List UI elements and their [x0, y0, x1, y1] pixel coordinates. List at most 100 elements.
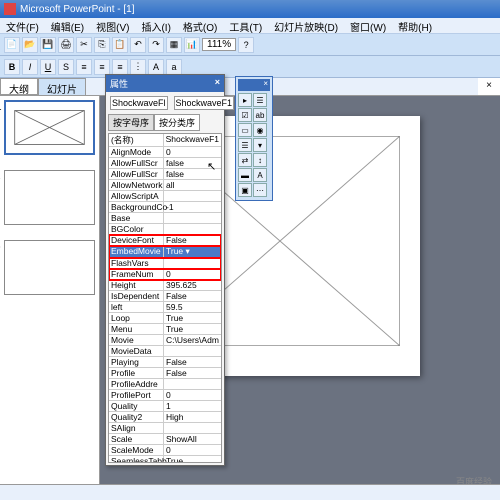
property-row[interactable]: AllowFullScrfalse [109, 158, 221, 169]
property-row[interactable]: EmbedMovieTrue ▾ [109, 246, 221, 258]
property-row[interactable]: ProfilePort0 [109, 390, 221, 401]
status-bar [0, 484, 500, 500]
copy-icon[interactable]: ⎘ [94, 37, 110, 53]
spin-icon[interactable]: ↕ [253, 153, 267, 167]
table-icon[interactable]: ▦ [166, 37, 182, 53]
menu-bar: 文件(F) 编辑(E) 视图(V) 插入(I) 格式(O) 工具(T) 幻灯片放… [0, 18, 500, 34]
property-row[interactable]: AllowNetworkall [109, 180, 221, 191]
menu-window[interactable]: 窗口(W) [344, 18, 392, 33]
thumbnail-1[interactable]: 1 [4, 100, 95, 155]
toolbox-header[interactable]: × [238, 79, 270, 91]
property-row[interactable]: DeviceFontFalse [109, 235, 221, 246]
property-row[interactable]: MovieC:\Users\Adm [109, 335, 221, 346]
italic-icon[interactable]: I [22, 59, 38, 75]
cursor-icon: ↖ [207, 160, 216, 173]
app-icon [4, 3, 16, 15]
property-row[interactable]: IsDependentFalse [109, 291, 221, 302]
property-row[interactable]: ScaleShowAll [109, 434, 221, 445]
redo-icon[interactable]: ↷ [148, 37, 164, 53]
image-icon[interactable]: ▣ [238, 183, 252, 197]
window-title: Microsoft PowerPoint - [1] [20, 4, 134, 15]
tab-slides[interactable]: 幻灯片 [38, 78, 86, 95]
property-row[interactable]: PlayingFalse [109, 357, 221, 368]
option-icon[interactable]: ◉ [253, 123, 267, 137]
scroll-icon[interactable]: ▬ [238, 168, 252, 182]
open-icon[interactable]: 📂 [22, 37, 38, 53]
properties-panel: 属性 × ShockwaveFl ShockwaveF1 按字母序 按分类序 (… [105, 74, 225, 466]
properties-grid[interactable]: (名称)ShockwaveF1AlignMode0AllowFullScrfal… [108, 133, 222, 463]
property-row[interactable]: Quality2High [109, 412, 221, 423]
property-row[interactable]: FlashVars [109, 258, 221, 269]
thumbnail-pane: 1 2 3 [0, 96, 100, 496]
property-row[interactable]: (名称)ShockwaveF1 [109, 134, 221, 147]
formatting-toolbar: B I U S ≡ ≡ ≡ ⋮ A a [0, 56, 500, 78]
design-mode-icon[interactable]: ▸ [238, 93, 252, 107]
tab-alphabetic[interactable]: 按字母序 [108, 114, 154, 131]
undo-icon[interactable]: ↶ [130, 37, 146, 53]
combo-icon[interactable]: ▾ [253, 138, 267, 152]
property-row[interactable]: AllowFullScrfalse [109, 169, 221, 180]
menu-view[interactable]: 视图(V) [90, 18, 135, 33]
properties-icon[interactable]: ☰ [253, 93, 267, 107]
textbox-icon[interactable]: ab [253, 108, 267, 122]
chart-icon[interactable]: 📊 [184, 37, 200, 53]
property-row[interactable]: ScaleMode0 [109, 445, 221, 456]
menu-help[interactable]: 帮助(H) [392, 18, 438, 33]
tab-categorized[interactable]: 按分类序 [154, 114, 200, 131]
property-row[interactable]: BackgroundCo-1 [109, 202, 221, 213]
zoom-input[interactable]: 111% [202, 38, 236, 51]
property-row[interactable]: BGColor [109, 224, 221, 235]
label-icon[interactable]: A [253, 168, 267, 182]
property-row[interactable]: AllowScriptA [109, 191, 221, 202]
tab-outline[interactable]: 大纲 [0, 78, 38, 95]
title-bar: Microsoft PowerPoint - [1] [0, 0, 500, 18]
more-icon[interactable]: ⋯ [253, 183, 267, 197]
bold-icon[interactable]: B [4, 59, 20, 75]
property-row[interactable]: left59.5 [109, 302, 221, 313]
underline-icon[interactable]: U [40, 59, 56, 75]
object-selector[interactable]: ShockwaveFl [110, 96, 168, 110]
align-left-icon[interactable]: ≡ [76, 59, 92, 75]
listbox-icon[interactable]: ☰ [238, 138, 252, 152]
property-row[interactable]: FrameNum0 [109, 269, 221, 280]
property-row[interactable]: Base [109, 213, 221, 224]
properties-title: 属性 [110, 77, 128, 90]
menu-edit[interactable]: 编辑(E) [45, 18, 90, 33]
menu-slideshow[interactable]: 幻灯片放映(D) [268, 18, 344, 33]
property-row[interactable]: SAlign [109, 423, 221, 434]
align-right-icon[interactable]: ≡ [112, 59, 128, 75]
property-row[interactable]: Height395.625 [109, 280, 221, 291]
menu-insert[interactable]: 插入(I) [135, 18, 176, 33]
increase-font-icon[interactable]: A [148, 59, 164, 75]
menu-file[interactable]: 文件(F) [0, 18, 45, 33]
property-row[interactable]: MenuTrue [109, 324, 221, 335]
close-pane-icon[interactable]: × [478, 78, 500, 95]
property-row[interactable]: MovieData [109, 346, 221, 357]
bullets-icon[interactable]: ⋮ [130, 59, 146, 75]
property-row[interactable]: SeamlessTabbTrue [109, 456, 221, 463]
property-row[interactable]: ProfileAddre [109, 379, 221, 390]
thumbnail-2[interactable]: 2 [4, 170, 95, 225]
new-icon[interactable]: 📄 [4, 37, 20, 53]
print-icon[interactable]: 🖨 [58, 37, 74, 53]
menu-format[interactable]: 格式(O) [177, 18, 223, 33]
property-row[interactable]: Quality1 [109, 401, 221, 412]
properties-tabs: 按字母序 按分类序 [108, 114, 222, 131]
property-row[interactable]: AlignMode0 [109, 147, 221, 158]
save-icon[interactable]: 💾 [40, 37, 56, 53]
properties-header[interactable]: 属性 × [106, 75, 224, 92]
property-row[interactable]: ProfileFalse [109, 368, 221, 379]
paste-icon[interactable]: 📋 [112, 37, 128, 53]
align-center-icon[interactable]: ≡ [94, 59, 110, 75]
toggle-icon[interactable]: ⇄ [238, 153, 252, 167]
checkbox-icon[interactable]: ☑ [238, 108, 252, 122]
menu-tools[interactable]: 工具(T) [223, 18, 268, 33]
thumbnail-3[interactable]: 3 [4, 240, 95, 295]
decrease-font-icon[interactable]: a [166, 59, 182, 75]
help-icon[interactable]: ? [238, 37, 254, 53]
cut-icon[interactable]: ✂ [76, 37, 92, 53]
property-row[interactable]: LoopTrue [109, 313, 221, 324]
button-icon[interactable]: ▭ [238, 123, 252, 137]
close-icon[interactable]: × [215, 77, 220, 90]
shadow-icon[interactable]: S [58, 59, 74, 75]
